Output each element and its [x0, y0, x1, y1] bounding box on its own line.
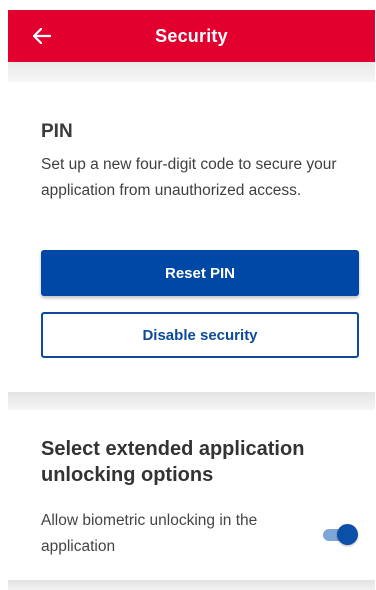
arrow-left-icon: [33, 28, 51, 44]
biometric-label: Allow biometric unlocking in the applica…: [41, 512, 258, 555]
biometric-option-row: Allow biometric unlocking in the applica…: [41, 506, 359, 562]
toggle-thumb: [337, 524, 358, 545]
pin-section: PIN Set up a new four-digit code to secu…: [8, 86, 375, 392]
page-title: Security: [155, 25, 228, 46]
back-button[interactable]: [28, 22, 56, 50]
section-divider: [8, 580, 375, 590]
app-header: Security: [8, 10, 375, 62]
pin-description: Set up a new four-digit code to secure y…: [41, 156, 337, 199]
unlock-options-section: Select extended application unlocking op…: [8, 410, 375, 580]
section-divider: [8, 62, 375, 82]
disable-security-button[interactable]: Disable security: [41, 312, 359, 358]
biometric-toggle[interactable]: [323, 523, 358, 545]
section-divider: [8, 392, 375, 410]
unlock-section-title: Select extended application unlocking op…: [41, 438, 305, 486]
pin-section-title: PIN: [41, 121, 73, 142]
reset-pin-button[interactable]: Reset PIN: [41, 250, 359, 296]
